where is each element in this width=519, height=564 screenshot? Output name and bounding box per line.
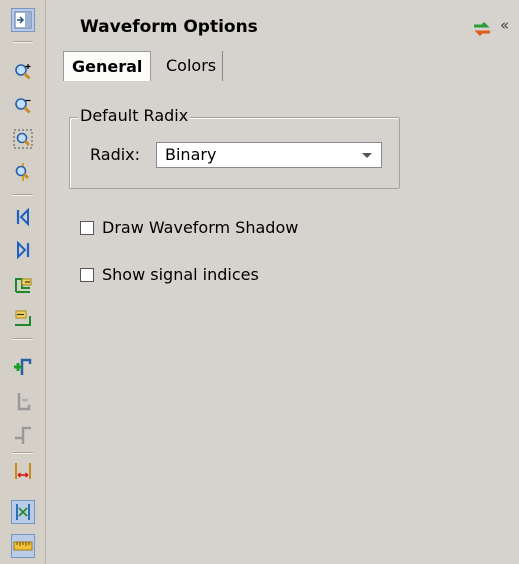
sync-arrows-icon [474, 21, 490, 37]
marker-button[interactable] [11, 423, 35, 447]
dock-toggle-icon [14, 11, 32, 29]
sync-button[interactable] [471, 18, 493, 40]
tab-general[interactable]: General [63, 51, 152, 81]
default-radix-legend: Default Radix [78, 106, 191, 125]
add-marker-button[interactable] [11, 355, 35, 379]
measure-icon [15, 463, 31, 479]
zoom-fit-button[interactable] [11, 127, 35, 151]
marker-icon [15, 426, 31, 444]
remove-marker-icon [17, 393, 31, 411]
zoom-fit-icon [13, 129, 33, 149]
zoom-out-icon [15, 98, 31, 114]
previous-edge-icon [15, 278, 32, 293]
zoom-cursor-icon [15, 163, 30, 181]
ruler-icon [13, 541, 33, 551]
go-to-start-icon [16, 207, 29, 227]
measure-button[interactable] [11, 459, 35, 483]
previous-edge-button[interactable] [11, 273, 35, 297]
go-to-start-button[interactable] [11, 205, 35, 229]
zoom-out-button[interactable] [11, 94, 35, 118]
go-to-end-button[interactable] [11, 238, 35, 262]
radix-dropdown[interactable]: Binary [156, 142, 382, 168]
ruler-button[interactable] [11, 534, 35, 558]
show-signal-indices-option[interactable]: Show signal indices [80, 265, 259, 284]
radix-label: Radix: [90, 145, 141, 164]
page-title: Waveform Options [80, 17, 258, 37]
zoom-in-icon [15, 64, 31, 80]
remove-marker-button[interactable] [11, 389, 35, 413]
zoom-cursor-button[interactable] [11, 160, 35, 184]
go-to-end-icon [17, 240, 30, 260]
draw-waveform-shadow-checkbox[interactable] [80, 220, 94, 235]
add-marker-icon [14, 358, 32, 375]
show-signal-indices-checkbox[interactable] [80, 267, 94, 282]
draw-waveform-shadow-label: Draw Waveform Shadow [102, 218, 299, 237]
next-edge-icon [15, 310, 31, 326]
dropdown-arrow-icon [362, 153, 372, 158]
show-signal-indices-label: Show signal indices [102, 265, 259, 284]
collapse-panel-icon[interactable]: « [500, 16, 509, 34]
dock-toggle-button[interactable] [11, 8, 35, 32]
swap-cursors-icon [16, 504, 30, 520]
draw-waveform-shadow-option[interactable]: Draw Waveform Shadow [80, 218, 298, 237]
next-edge-button[interactable] [11, 306, 35, 330]
swap-cursors-button[interactable] [11, 500, 35, 524]
radix-selected-value: Binary [165, 145, 217, 164]
tab-colors[interactable]: Colors [162, 51, 224, 81]
waveform-toolbar [0, 0, 46, 564]
zoom-in-button[interactable] [11, 60, 35, 84]
